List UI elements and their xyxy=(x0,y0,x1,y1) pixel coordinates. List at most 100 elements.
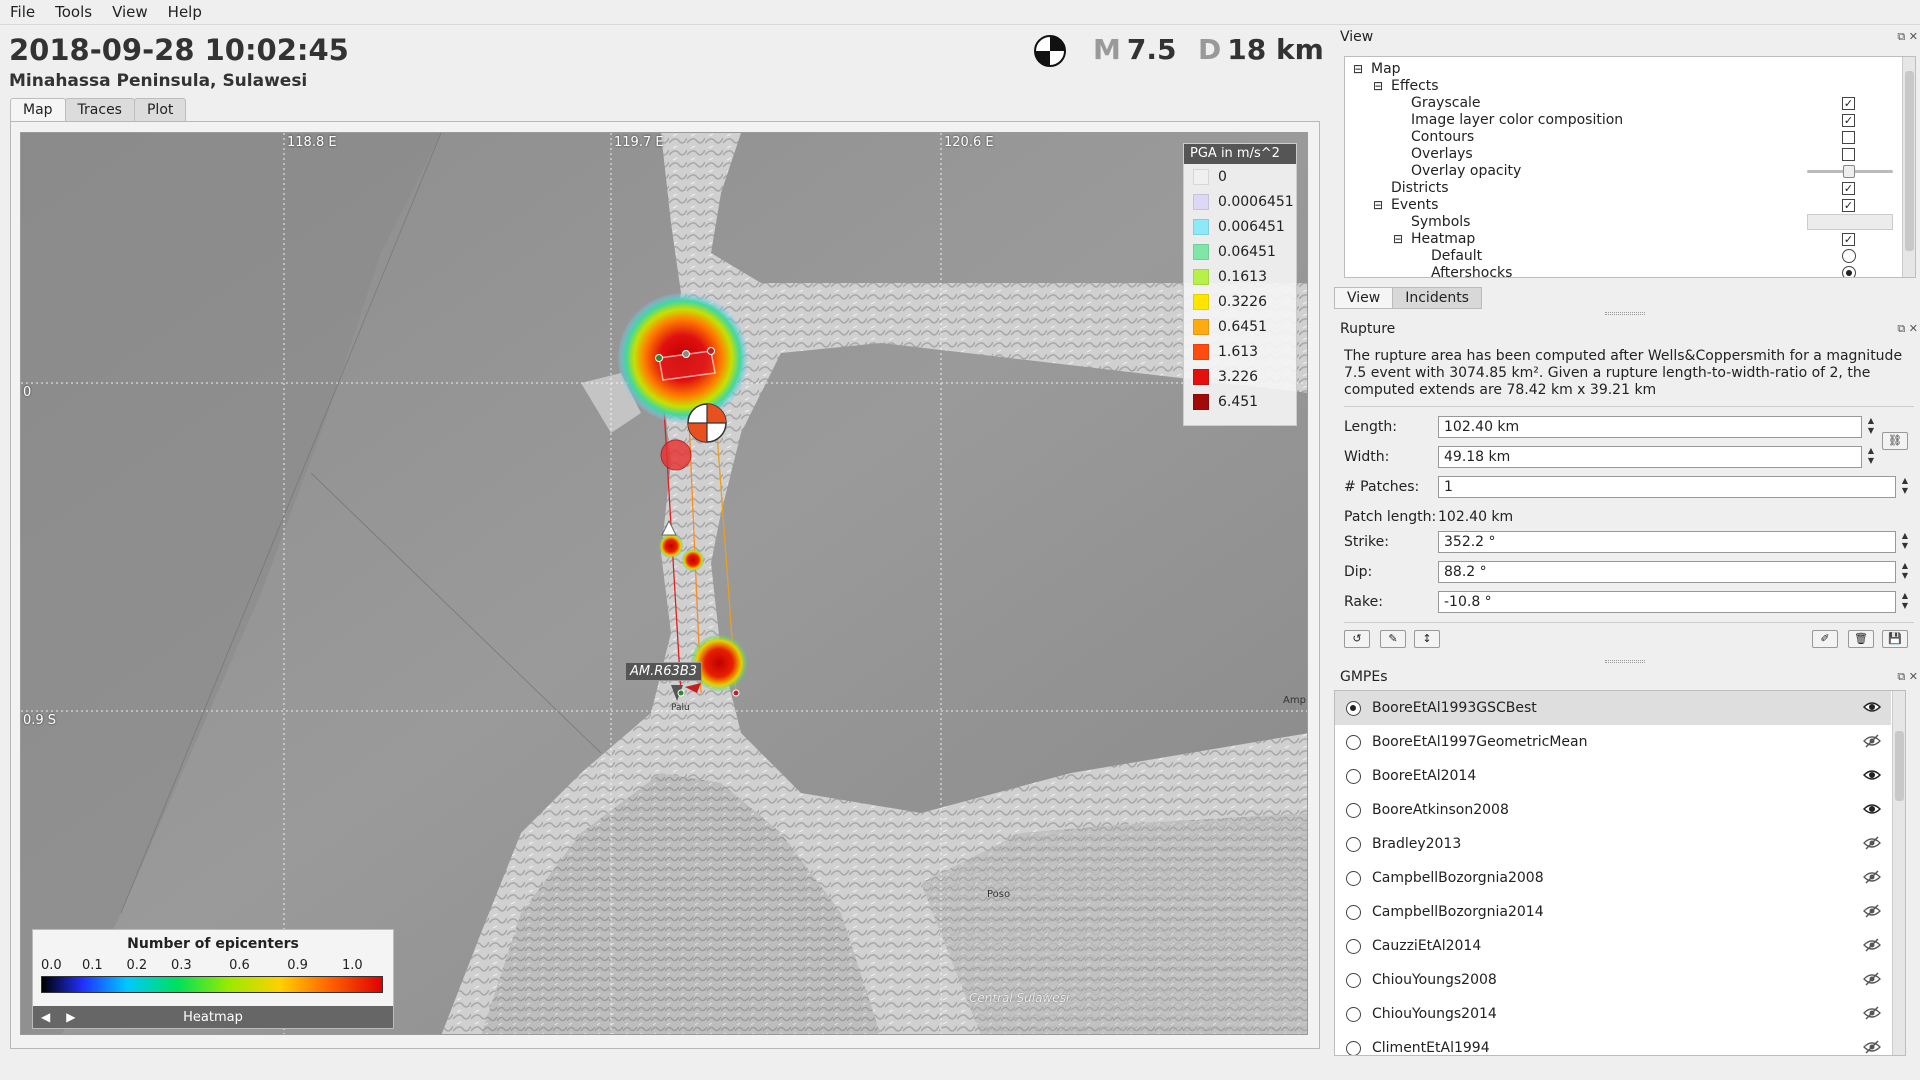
tree-checkbox[interactable]: ✓ xyxy=(1842,114,1855,127)
beachball-map-icon[interactable] xyxy=(687,403,727,443)
gmpe-radio[interactable] xyxy=(1346,802,1361,818)
tree-item[interactable]: Contours xyxy=(1345,129,1915,146)
gmpe-radio[interactable] xyxy=(1346,904,1361,920)
tree-item[interactable]: ⊟ Events ✓ xyxy=(1345,197,1915,214)
tree-item[interactable]: Image layer color composition ✓ xyxy=(1345,112,1915,129)
symbols-option-box[interactable] xyxy=(1807,214,1893,230)
rupture-field-input[interactable]: 102.40 km xyxy=(1438,416,1862,438)
eye-off-icon[interactable] xyxy=(1863,1006,1881,1024)
tree-checkbox[interactable] xyxy=(1842,148,1855,161)
gmpe-item[interactable]: CampbellBozorgnia2008 xyxy=(1335,861,1891,895)
eye-icon[interactable] xyxy=(1862,700,1882,718)
tab-traces[interactable]: Traces xyxy=(64,98,135,122)
gmpe-item[interactable]: CampbellBozorgnia2014 xyxy=(1335,895,1891,929)
tree-checkbox[interactable]: ✓ xyxy=(1842,199,1855,212)
gmpe-radio[interactable] xyxy=(1346,1040,1361,1055)
spinner-arrows-icon[interactable]: ▲ ▼ xyxy=(1864,416,1878,438)
gmpe-radio[interactable] xyxy=(1346,836,1361,852)
eye-off-icon[interactable] xyxy=(1863,904,1881,922)
tab-map[interactable]: Map xyxy=(10,98,66,123)
eye-icon[interactable] xyxy=(1862,768,1882,786)
gmpe-radio[interactable] xyxy=(1346,700,1361,716)
gmpe-radio[interactable] xyxy=(1346,1006,1361,1022)
tree-item[interactable]: Districts ✓ xyxy=(1345,180,1915,197)
tree-item[interactable]: Aftershocks xyxy=(1345,265,1915,277)
pencil-icon[interactable]: ✎ xyxy=(1380,630,1406,648)
tree-item[interactable]: Symbols xyxy=(1345,214,1915,231)
heatmap-legend: Number of epicenters 0.0 0.1 0.2 0.3 0.6 0.9 1… xyxy=(32,929,394,1029)
tree-collapse-icon[interactable]: ⊟ xyxy=(1393,231,1403,248)
spinner-arrows-icon[interactable]: ▲ ▼ xyxy=(1898,476,1912,498)
gmpe-item[interactable]: CauzziEtAl2014 xyxy=(1335,929,1891,963)
rupture-field-input[interactable]: 352.2 ° xyxy=(1438,531,1896,553)
tree-item[interactable]: Grayscale ✓ xyxy=(1345,95,1915,112)
tab-view[interactable]: View xyxy=(1334,287,1394,309)
eye-off-icon[interactable] xyxy=(1863,1040,1881,1055)
tree-checkbox[interactable]: ✓ xyxy=(1842,182,1855,195)
tab-plot[interactable]: Plot xyxy=(133,98,187,122)
eye-off-icon[interactable] xyxy=(1863,870,1881,888)
gmpe-scrollbar[interactable] xyxy=(1892,691,1905,1055)
menu-help[interactable]: Help xyxy=(168,3,202,21)
gmpe-item[interactable]: ClimentEtAl1994 xyxy=(1335,1031,1891,1055)
tree-checkbox[interactable]: ✓ xyxy=(1842,97,1855,110)
gmpe-radio[interactable] xyxy=(1346,972,1361,988)
gmpe-item[interactable]: Bradley2013 xyxy=(1335,827,1891,861)
panel-float-close-icons[interactable]: ⧉ ✕ xyxy=(1897,30,1918,44)
gmpe-item[interactable]: BooreEtAl2014 xyxy=(1335,759,1891,793)
tree-radio[interactable] xyxy=(1842,249,1856,263)
spinner-arrows-icon[interactable]: ▲ ▼ xyxy=(1898,531,1912,553)
rupture-field-input[interactable]: -10.8 ° xyxy=(1438,591,1896,613)
splitter-grip[interactable] xyxy=(1605,312,1645,315)
tree-collapse-icon[interactable]: ⊟ xyxy=(1353,61,1363,78)
gmpe-item[interactable]: ChiouYoungs2014 xyxy=(1335,997,1891,1031)
rupture-field-input[interactable]: 1 xyxy=(1438,476,1896,498)
link-icon[interactable]: ⛓ xyxy=(1882,432,1908,450)
tree-item[interactable]: Default xyxy=(1345,248,1915,265)
eye-off-icon[interactable] xyxy=(1863,734,1881,752)
tree-checkbox[interactable]: ✓ xyxy=(1842,233,1855,246)
eye-icon[interactable] xyxy=(1862,802,1882,820)
undo-icon[interactable]: ↺ xyxy=(1344,630,1370,648)
gmpe-radio[interactable] xyxy=(1346,938,1361,954)
vertical-arrows-icon[interactable]: ↕ xyxy=(1414,630,1440,648)
panel-float-close-icons[interactable]: ⧉ ✕ xyxy=(1897,322,1918,336)
gmpe-radio[interactable] xyxy=(1346,734,1361,750)
eye-off-icon[interactable] xyxy=(1863,836,1881,854)
gmpe-item[interactable]: BooreAtkinson2008 xyxy=(1335,793,1891,827)
save-icon[interactable]: 💾 xyxy=(1882,630,1908,648)
menu-tools[interactable]: Tools xyxy=(55,3,92,21)
spinner-arrows-icon[interactable]: ▲ ▼ xyxy=(1864,446,1878,468)
tree-item[interactable]: Overlay opacity xyxy=(1345,163,1915,180)
eye-off-icon[interactable] xyxy=(1863,938,1881,956)
menu-file[interactable]: File xyxy=(10,3,35,21)
tree-collapse-icon[interactable]: ⊟ xyxy=(1373,78,1383,95)
eye-off-icon[interactable] xyxy=(1863,972,1881,990)
overlay-opacity-slider[interactable] xyxy=(1807,165,1893,178)
gmpe-radio[interactable] xyxy=(1346,768,1361,784)
gmpe-item[interactable]: BooreEtAl1993GSCBest xyxy=(1335,691,1891,725)
splitter-grip[interactable] xyxy=(1605,660,1645,663)
tree-item[interactable]: Overlays xyxy=(1345,146,1915,163)
trash-icon[interactable]: 🗑 xyxy=(1848,630,1874,648)
tree-radio[interactable] xyxy=(1842,266,1856,277)
tree-checkbox[interactable] xyxy=(1842,131,1855,144)
station-label[interactable]: AM.R63B3 xyxy=(625,662,703,681)
panel-float-close-icons[interactable]: ⧉ ✕ xyxy=(1897,670,1918,684)
map-canvas[interactable]: 118.8 E 119.7 E 120.6 E 0 0.9 S Palu Pos… xyxy=(20,132,1308,1035)
spinner-arrows-icon[interactable]: ▲ ▼ xyxy=(1898,591,1912,613)
rupture-field-input[interactable]: 49.18 km xyxy=(1438,446,1862,468)
tree-collapse-icon[interactable]: ⊟ xyxy=(1373,197,1383,214)
edit-icon[interactable]: ✐ xyxy=(1812,630,1838,648)
view-tree-scrollbar[interactable] xyxy=(1902,57,1915,277)
menu-view[interactable]: View xyxy=(112,3,148,21)
gmpe-radio[interactable] xyxy=(1346,870,1361,886)
spinner-arrows-icon[interactable]: ▲ ▼ xyxy=(1898,561,1912,583)
gmpe-item[interactable]: ChiouYoungs2008 xyxy=(1335,963,1891,997)
tree-item[interactable]: ⊟ Map xyxy=(1345,61,1915,78)
tab-incidents[interactable]: Incidents xyxy=(1392,287,1482,309)
gmpe-item[interactable]: BooreEtAl1997GeometricMean xyxy=(1335,725,1891,759)
tree-item[interactable]: ⊟ Heatmap ✓ xyxy=(1345,231,1915,248)
tree-item[interactable]: ⊟ Effects xyxy=(1345,78,1915,95)
rupture-field-input[interactable]: 88.2 ° xyxy=(1438,561,1896,583)
